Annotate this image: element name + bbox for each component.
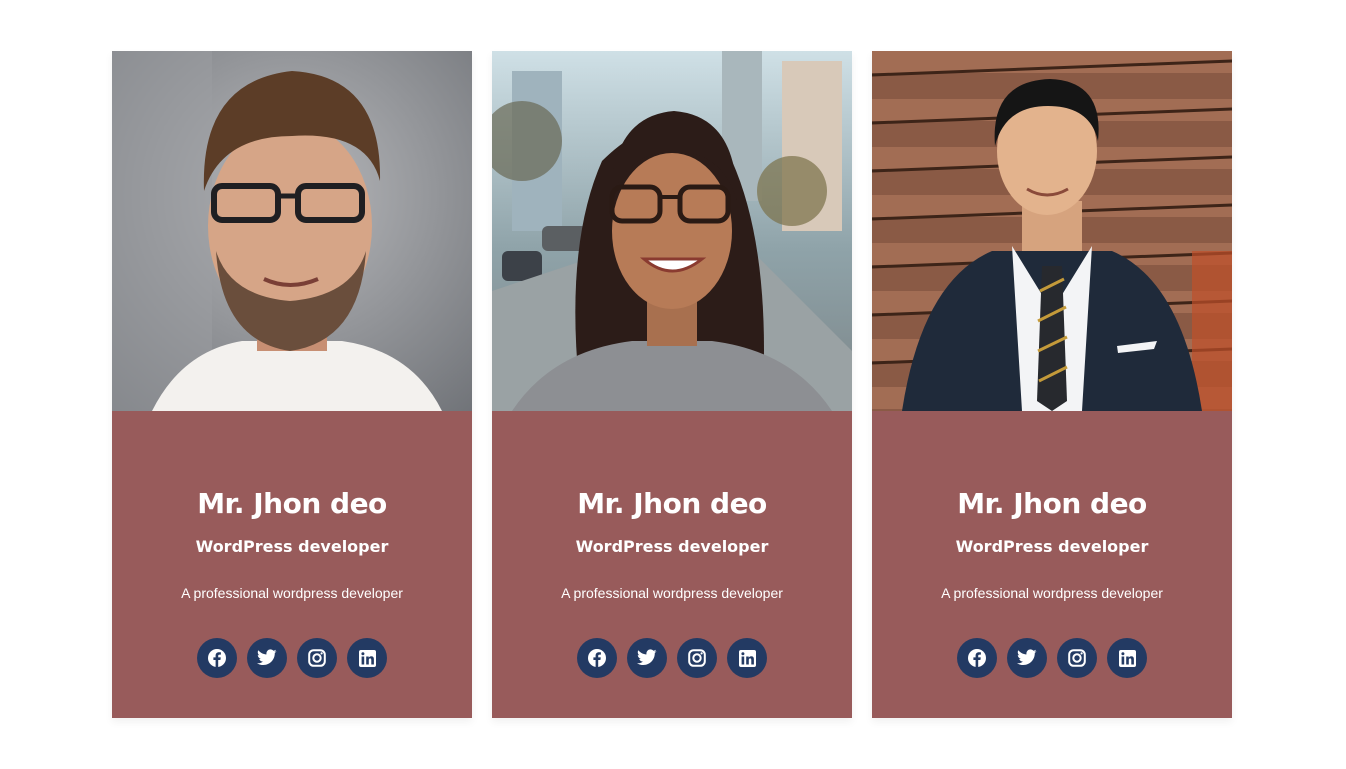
twitter-icon <box>637 649 657 665</box>
instagram-icon <box>688 649 706 667</box>
instagram-link[interactable] <box>1057 638 1097 678</box>
team-member-photo <box>112 51 472 411</box>
social-links <box>872 638 1232 678</box>
twitter-link[interactable] <box>627 638 667 678</box>
linkedin-icon <box>1118 649 1136 667</box>
team-card: Mr. Jhon deo WordPress developer A profe… <box>492 51 852 718</box>
social-links <box>112 638 472 678</box>
instagram-icon <box>308 649 326 667</box>
twitter-link[interactable] <box>247 638 287 678</box>
twitter-icon <box>1017 649 1037 665</box>
team-member-role: WordPress developer <box>955 537 1149 556</box>
facebook-icon <box>208 649 226 667</box>
team-member-description: A professional wordpress developer <box>181 585 403 601</box>
instagram-link[interactable] <box>677 638 717 678</box>
team-member-name: Mr. Jhon deo <box>197 487 387 520</box>
linkedin-link[interactable] <box>347 638 387 678</box>
team-member-description: A professional wordpress developer <box>941 585 1163 601</box>
team-card: Mr. Jhon deo WordPress developer A profe… <box>112 51 472 718</box>
team-member-description: A professional wordpress developer <box>561 585 783 601</box>
facebook-link[interactable] <box>197 638 237 678</box>
linkedin-link[interactable] <box>727 638 767 678</box>
facebook-link[interactable] <box>957 638 997 678</box>
team-member-role: WordPress developer <box>195 537 389 556</box>
social-links <box>492 638 852 678</box>
instagram-icon <box>1068 649 1086 667</box>
team-member-photo <box>492 51 852 411</box>
team-cards: Mr. Jhon deo WordPress developer A profe… <box>112 51 1232 718</box>
instagram-link[interactable] <box>297 638 337 678</box>
team-member-role: WordPress developer <box>575 537 769 556</box>
team-card: Mr. Jhon deo WordPress developer A profe… <box>872 51 1232 718</box>
facebook-icon <box>588 649 606 667</box>
team-member-photo <box>872 51 1232 411</box>
facebook-icon <box>968 649 986 667</box>
team-member-name: Mr. Jhon deo <box>957 487 1147 520</box>
twitter-icon <box>257 649 277 665</box>
twitter-link[interactable] <box>1007 638 1047 678</box>
linkedin-link[interactable] <box>1107 638 1147 678</box>
facebook-link[interactable] <box>577 638 617 678</box>
linkedin-icon <box>738 649 756 667</box>
team-member-name: Mr. Jhon deo <box>577 487 767 520</box>
linkedin-icon <box>358 649 376 667</box>
